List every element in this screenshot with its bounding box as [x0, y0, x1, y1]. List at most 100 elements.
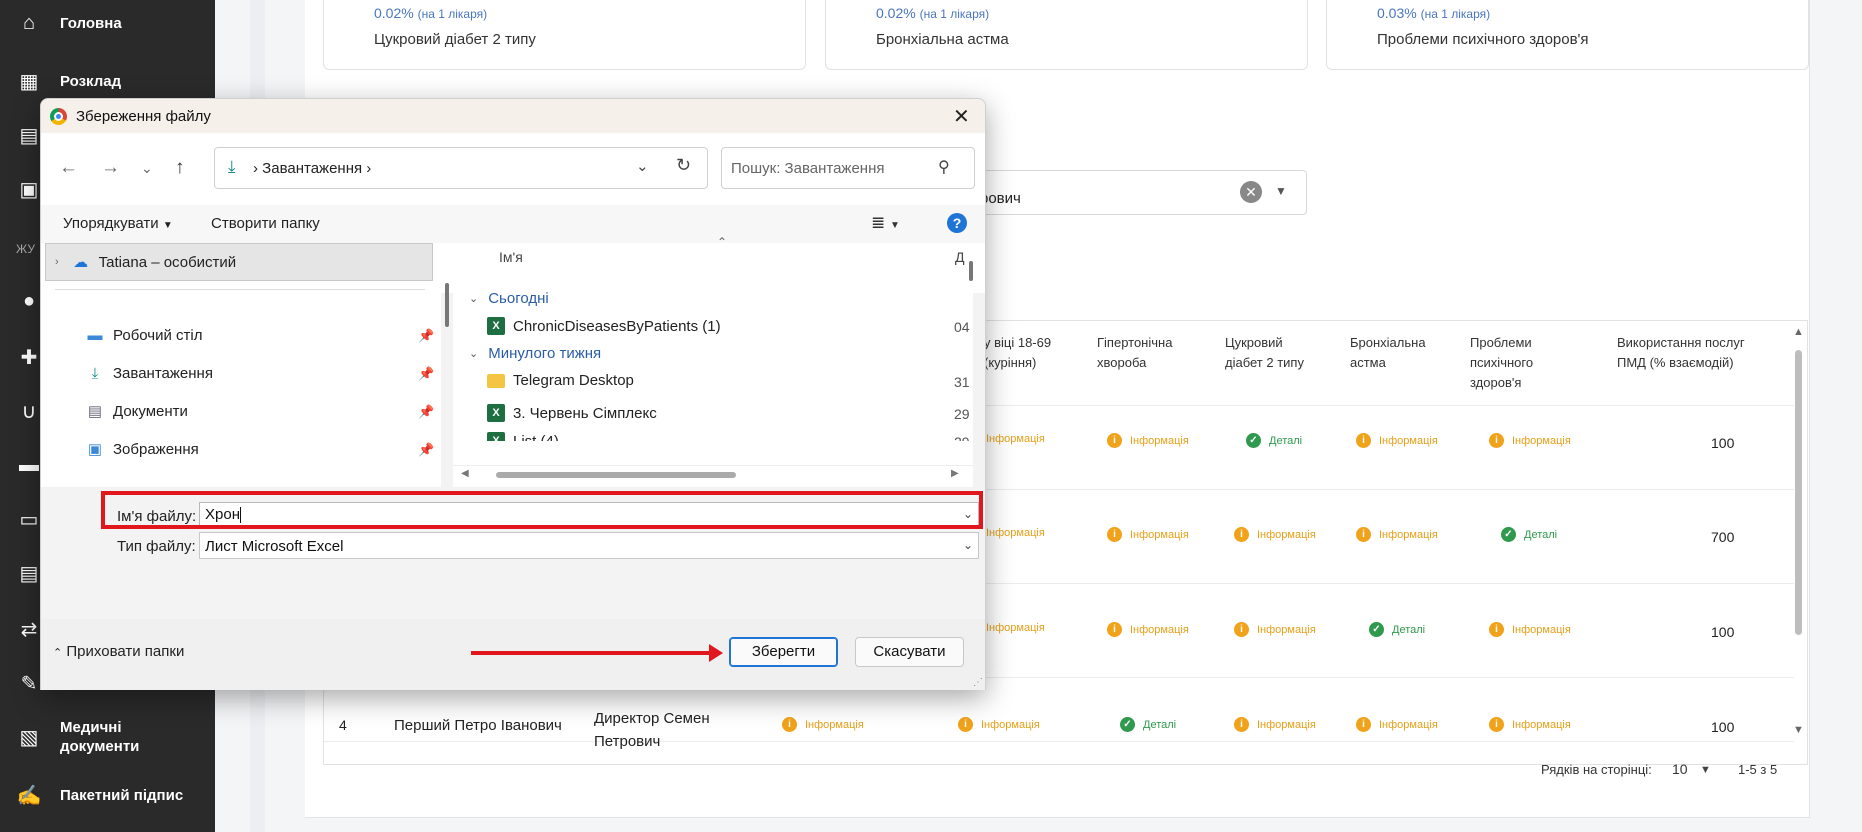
organize-button[interactable]: Упорядкувати ▼ — [63, 215, 173, 232]
group-header[interactable]: ⌄ Сьогодні — [469, 290, 549, 307]
info-cell[interactable]: i Інформація — [1356, 433, 1438, 448]
column-header-name[interactable]: Ім'я — [499, 249, 523, 265]
info-cell[interactable]: i Інформація — [1489, 717, 1571, 732]
details-cell[interactable]: ✓ Деталі — [1120, 717, 1176, 732]
file-type-label: Тип файлу: — [117, 538, 196, 555]
refresh-icon[interactable]: ↻ — [676, 155, 691, 176]
nav-item-onedrive-label[interactable]: › ☁ Tatiana – особистий — [55, 253, 236, 272]
details-cell[interactable]: ✓ Деталі — [1501, 527, 1557, 542]
forward-arrow-icon[interactable]: → — [101, 157, 120, 179]
excel-icon: X — [487, 432, 505, 441]
save-button[interactable]: Зберегти — [729, 637, 838, 667]
help-icon[interactable]: ? — [947, 213, 967, 233]
cancel-button[interactable]: Скасувати — [855, 637, 964, 667]
resize-grip-icon[interactable]: ⋰ — [973, 677, 983, 688]
horizontal-scrollbar[interactable] — [496, 472, 736, 478]
person-icon: ● — [22, 289, 36, 312]
nav-item-pictures[interactable]: ▣ Зображення — [85, 440, 199, 459]
table-scrollbar[interactable] — [1795, 350, 1802, 635]
folder-icon — [487, 373, 505, 388]
info-cell[interactable]: i Інформація — [1234, 527, 1316, 542]
info-cell[interactable]: i Інформація — [1107, 622, 1189, 637]
scroll-left-icon[interactable]: ◀ — [461, 468, 469, 479]
nav-scrollbar[interactable] — [445, 283, 449, 327]
usage-value: 100 — [1711, 435, 1735, 451]
search-icon[interactable]: ⚲ — [938, 157, 950, 177]
clipboard-check-icon: ▣ — [19, 178, 39, 201]
chrome-icon — [50, 108, 67, 125]
back-arrow-icon[interactable]: ← — [59, 157, 78, 179]
details-cell[interactable]: ✓ Деталі — [1369, 622, 1425, 637]
clipboard-plus-icon: ▤ — [19, 562, 39, 585]
file-item[interactable]: X 3. Червень Сімплекс — [487, 404, 657, 422]
chevron-down-icon[interactable]: ▼ — [1275, 184, 1287, 198]
rows-per-page-select[interactable]: 10 — [1672, 761, 1688, 777]
up-arrow-icon[interactable]: ↑ — [175, 157, 185, 179]
recent-dropdown-icon[interactable]: ⌄ — [141, 160, 153, 177]
close-icon[interactable]: ✕ — [953, 104, 970, 129]
file-item[interactable]: X List (4) — [487, 432, 559, 441]
sidebar-item-batch-sign[interactable]: ✍ Пакетний підпис — [0, 784, 215, 807]
calendar-icon: ▦ — [19, 70, 39, 93]
info-cell[interactable]: i Інформація — [1107, 433, 1189, 448]
highlight-box — [101, 491, 983, 529]
info-cell[interactable]: i Інформація — [1234, 717, 1316, 732]
file-list-scrollbar[interactable] — [969, 261, 973, 281]
breadcrumb[interactable]: › Завантаження › — [253, 160, 371, 177]
info-cell[interactable]: i Інформація — [1234, 622, 1316, 637]
table-header: Цукровий діабет 2 типу — [1225, 335, 1304, 370]
file-item[interactable]: X ChronicDiseasesByPatients (1) — [487, 317, 721, 335]
folder-item[interactable]: Telegram Desktop — [487, 372, 634, 389]
chevron-down-icon: ▼ — [162, 220, 173, 231]
nav-item-documents[interactable]: ▤ Документи — [85, 402, 188, 421]
pagination-range: 1-5 з 5 — [1738, 762, 1778, 777]
sidebar-item-medical-docs[interactable]: ▧ Медичні документи — [0, 718, 215, 756]
nav-item-downloads[interactable]: ⤓ Завантаження — [85, 364, 213, 382]
info-cell[interactable]: Інформація — [986, 622, 1045, 634]
info-cell[interactable]: i Інформація — [1356, 717, 1438, 732]
info-cell[interactable]: i Інформація — [958, 717, 1040, 732]
sidebar-item-schedule[interactable]: ▦ Розклад — [0, 70, 215, 93]
info-icon: i — [1489, 717, 1504, 732]
chevron-down-icon[interactable]: ⌄ — [963, 538, 973, 552]
search-placeholder: Пошук: Завантаження — [731, 160, 885, 177]
sidebar-item-home[interactable]: ⌂ Головна — [0, 12, 215, 34]
clipped-row: XList (4) 29 — [453, 429, 973, 441]
dialog-title: Збереження файлу — [76, 108, 211, 125]
info-cell[interactable]: i Інформація — [782, 717, 864, 732]
pin-icon: 📌 — [418, 442, 435, 457]
info-cell[interactable]: Інформація — [986, 527, 1045, 539]
info-cell[interactable]: i Інформація — [1356, 527, 1438, 542]
info-cell[interactable]: Інформація — [986, 433, 1045, 445]
new-folder-button[interactable]: Створити папку — [211, 215, 320, 232]
scroll-up-icon[interactable]: ▲ — [1793, 326, 1804, 338]
check-icon: ✓ — [1120, 717, 1135, 732]
stethoscope-icon: ∪ — [21, 400, 37, 423]
pin-icon: 📌 — [418, 366, 435, 381]
doctor-select-value: рович — [980, 190, 1021, 207]
group-header[interactable]: ⌄ Минулого тижня — [469, 345, 601, 362]
chevron-down-icon[interactable]: ⌄ — [636, 157, 649, 175]
stat-percent: 0.02% (на 1 лікаря) — [876, 5, 990, 21]
info-cell[interactable]: i Інформація — [1107, 527, 1189, 542]
column-header-date[interactable]: Д — [955, 249, 964, 265]
scroll-right-icon[interactable]: ▶ — [951, 468, 959, 479]
chevron-down-icon[interactable]: ▼ — [1700, 764, 1711, 776]
scroll-down-icon[interactable]: ▼ — [1793, 724, 1804, 736]
details-cell[interactable]: ✓ Деталі — [1246, 433, 1302, 448]
medical-case-icon: ✚ — [20, 346, 38, 369]
nav-item-desktop[interactable]: ▬ Робочий стіл — [85, 326, 203, 344]
hide-folders-button[interactable]: ⌃ Приховати папки — [53, 643, 184, 660]
clear-icon[interactable]: ✕ — [1240, 181, 1262, 203]
patient-name[interactable]: Перший Петро Іванович — [394, 717, 562, 734]
sidebar-item-label: Головна — [60, 14, 122, 32]
highlight-arrow — [471, 644, 723, 662]
info-cell[interactable]: i Інформація — [1489, 433, 1571, 448]
download-icon: ⤓ — [91, 364, 99, 382]
view-options-icon[interactable]: ≣ ▼ — [871, 213, 900, 233]
usage-value: 100 — [1711, 624, 1735, 640]
info-cell[interactable]: i Інформація — [1489, 622, 1571, 637]
dialog-toolbar — [41, 205, 985, 243]
document-icon: ▤ — [87, 403, 103, 420]
info-icon: i — [1234, 622, 1249, 637]
